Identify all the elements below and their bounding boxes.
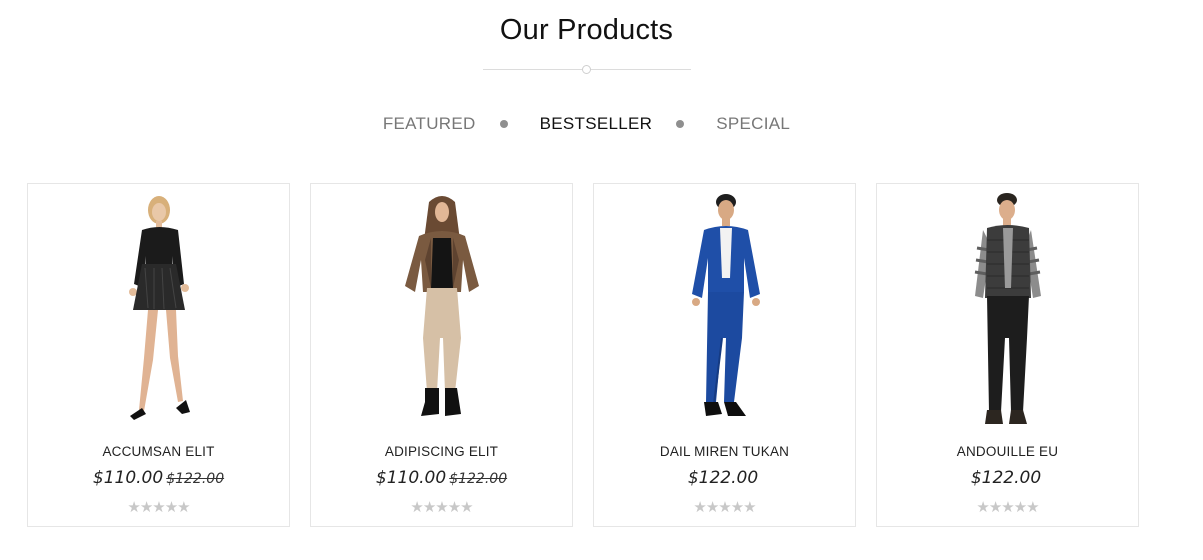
product-image[interactable] [887,188,1130,432]
tab-special[interactable]: SPECIAL [714,114,792,134]
product-grid: ACCUMSAN ELIT $110.00 $122.00 ★★★★★ ADIPI… [27,183,1139,527]
product-price: $122.00 [594,468,855,488]
divider-dot [582,65,591,74]
product-image[interactable] [604,188,847,432]
tab-bestseller[interactable]: BESTSELLER [538,114,655,134]
product-name[interactable]: DAIL MIREN TUKAN [594,444,855,459]
star-rating: ★★★★★ [410,499,473,516]
current-price: $110.00 [92,468,164,488]
product-card[interactable]: ACCUMSAN ELIT $110.00 $122.00 ★★★★★ [27,183,290,527]
product-card[interactable]: ADIPISCING ELIT $110.00 $122.00 ★★★★★ [310,183,573,527]
tab-separator-dot [499,120,508,128]
current-price: $122.00 [687,468,759,488]
product-price: $122.00 [877,468,1138,488]
title-divider [483,65,691,74]
product-image[interactable] [321,188,564,432]
product-image[interactable] [38,188,281,432]
product-name[interactable]: ANDOUILLE EU [877,444,1138,459]
current-price: $122.00 [970,468,1042,488]
product-price: $110.00 $122.00 [311,468,572,488]
product-card[interactable]: ANDOUILLE EU $122.00 ★★★★★ [876,183,1139,527]
tab-separator-dot [676,120,685,128]
product-name[interactable]: ACCUMSAN ELIT [28,444,289,459]
product-card[interactable]: DAIL MIREN TUKAN $122.00 ★★★★★ [593,183,856,527]
product-name[interactable]: ADIPISCING ELIT [311,444,572,459]
star-rating: ★★★★★ [127,499,190,516]
tab-featured[interactable]: FEATURED [381,114,478,134]
product-price: $110.00 $122.00 [28,468,289,488]
star-rating: ★★★★★ [976,499,1039,516]
old-price: $122.00 [166,471,225,487]
star-rating: ★★★★★ [693,499,756,516]
old-price: $122.00 [449,471,508,487]
product-tabs: FEATURED BESTSELLER SPECIAL [0,114,1173,134]
section-title: Our Products [499,14,674,46]
current-price: $110.00 [375,468,447,488]
